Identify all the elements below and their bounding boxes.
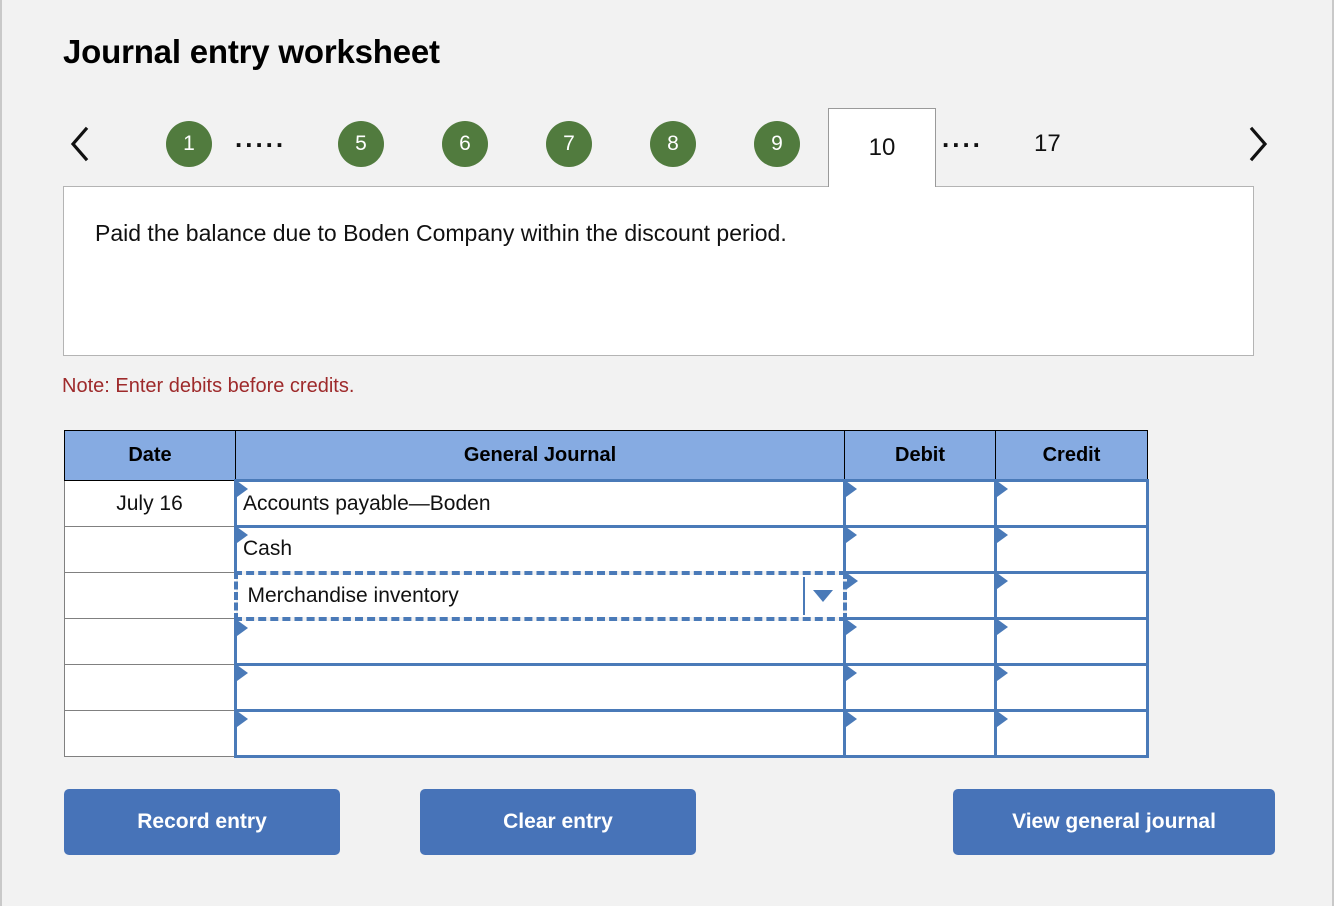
cell-debit[interactable] bbox=[843, 617, 997, 666]
cell-marker-icon bbox=[846, 481, 857, 497]
cell-debit[interactable] bbox=[843, 571, 997, 620]
pager-page-10-active[interactable]: 10 bbox=[828, 108, 936, 187]
column-header-debit: Debit bbox=[844, 430, 996, 481]
cell-marker-icon bbox=[237, 711, 248, 727]
cell-marker-icon bbox=[997, 619, 1008, 635]
pager-page-8[interactable]: 8 bbox=[650, 121, 696, 167]
pager-page-17[interactable]: 17 bbox=[1034, 130, 1061, 158]
pager-next-button[interactable] bbox=[1241, 124, 1275, 164]
chevron-down-icon bbox=[812, 589, 833, 602]
table-row bbox=[64, 617, 1149, 666]
journal-entry-worksheet-page: Journal entry worksheet 1 ..... 5 6 7 8 … bbox=[0, 0, 1334, 906]
cell-date[interactable]: July 16 bbox=[64, 480, 236, 527]
cell-credit[interactable] bbox=[994, 709, 1149, 758]
cell-credit[interactable] bbox=[994, 663, 1149, 712]
table-row bbox=[64, 709, 1149, 758]
column-header-date: Date bbox=[64, 430, 236, 481]
cell-account-text: Merchandise inventory bbox=[247, 583, 459, 607]
cell-account[interactable] bbox=[234, 617, 846, 666]
cell-account[interactable] bbox=[234, 663, 846, 712]
cell-marker-icon bbox=[846, 573, 858, 589]
cell-marker-icon bbox=[846, 665, 857, 681]
table-header-row: Date General Journal Debit Credit bbox=[64, 430, 1148, 481]
pager-page-label: 1 bbox=[183, 132, 195, 155]
cell-date[interactable] bbox=[64, 664, 236, 711]
worksheet-pager: 1 ..... 5 6 7 8 9 10 .... 17 bbox=[63, 108, 1275, 187]
cell-debit[interactable] bbox=[843, 479, 997, 528]
table-row: Merchandise inventory bbox=[64, 570, 1149, 621]
cell-credit[interactable] bbox=[994, 617, 1149, 666]
cell-marker-icon bbox=[846, 711, 857, 727]
cell-credit[interactable] bbox=[994, 479, 1149, 528]
chevron-right-icon bbox=[1246, 126, 1270, 162]
table-row: Cash bbox=[64, 525, 1149, 574]
cell-account[interactable]: Cash bbox=[234, 525, 846, 574]
pager-page-label: 6 bbox=[459, 132, 471, 155]
cell-date[interactable] bbox=[64, 526, 236, 573]
cell-marker-icon bbox=[237, 619, 248, 636]
cell-account[interactable] bbox=[234, 709, 846, 758]
debits-before-credits-note: Note: Enter debits before credits. bbox=[62, 375, 355, 397]
view-general-journal-button[interactable]: View general journal bbox=[953, 789, 1275, 855]
pager-page-7[interactable]: 7 bbox=[546, 121, 592, 167]
table-body: July 16 Accounts payable—Boden Cash Merchan… bbox=[64, 479, 1149, 758]
general-journal-table: Date General Journal Debit Credit July 1… bbox=[64, 430, 1149, 758]
cell-date[interactable] bbox=[64, 618, 236, 665]
pager-page-1[interactable]: 1 bbox=[166, 121, 212, 167]
cell-credit[interactable] bbox=[994, 525, 1149, 574]
record-entry-button[interactable]: Record entry bbox=[64, 789, 340, 855]
cell-marker-icon bbox=[997, 665, 1008, 681]
cell-debit[interactable] bbox=[843, 525, 997, 574]
cell-account-text: Cash bbox=[243, 537, 293, 561]
pager-page-9[interactable]: 9 bbox=[754, 121, 800, 167]
chevron-left-icon bbox=[68, 126, 92, 162]
cell-credit[interactable] bbox=[994, 571, 1149, 620]
cell-marker-icon bbox=[997, 711, 1008, 727]
page-title: Journal entry worksheet bbox=[63, 33, 440, 70]
cell-marker-icon bbox=[846, 619, 857, 635]
pager-ellipsis-right: .... bbox=[942, 123, 983, 153]
pager-prev-button[interactable] bbox=[63, 124, 97, 164]
cell-marker-icon bbox=[997, 481, 1008, 497]
scenario-panel: Paid the balance due to Boden Company wi… bbox=[63, 186, 1254, 356]
cell-debit[interactable] bbox=[843, 709, 997, 758]
cell-account-text: Accounts payable—Boden bbox=[243, 491, 491, 515]
cell-marker-icon bbox=[997, 573, 1008, 589]
cell-marker-icon bbox=[997, 527, 1008, 543]
cell-date[interactable] bbox=[64, 710, 236, 757]
cell-date[interactable] bbox=[64, 572, 236, 619]
cell-debit[interactable] bbox=[843, 663, 997, 712]
table-row bbox=[64, 663, 1149, 712]
scenario-description: Paid the balance due to Boden Company wi… bbox=[95, 220, 787, 246]
pager-page-5[interactable]: 5 bbox=[338, 121, 384, 167]
clear-entry-button[interactable]: Clear entry bbox=[420, 789, 696, 855]
account-dropdown-button[interactable] bbox=[802, 576, 841, 615]
pager-page-label: 9 bbox=[771, 132, 783, 155]
cell-account[interactable]: Accounts payable—Boden bbox=[234, 479, 846, 528]
pager-active-label: 10 bbox=[868, 134, 896, 161]
pager-page-label: 5 bbox=[355, 132, 367, 155]
cell-marker-icon bbox=[237, 665, 248, 681]
pager-ellipsis-left: ..... bbox=[235, 123, 287, 153]
cell-account[interactable]: Merchandise inventory bbox=[233, 570, 847, 621]
column-header-credit: Credit bbox=[995, 430, 1148, 481]
cell-marker-icon bbox=[846, 527, 857, 543]
pager-page-label: 8 bbox=[667, 132, 679, 155]
pager-page-label: 7 bbox=[563, 132, 575, 155]
column-header-general-journal: General Journal bbox=[235, 430, 845, 481]
table-row: July 16 Accounts payable—Boden bbox=[64, 479, 1149, 528]
pager-page-6[interactable]: 6 bbox=[442, 121, 488, 167]
